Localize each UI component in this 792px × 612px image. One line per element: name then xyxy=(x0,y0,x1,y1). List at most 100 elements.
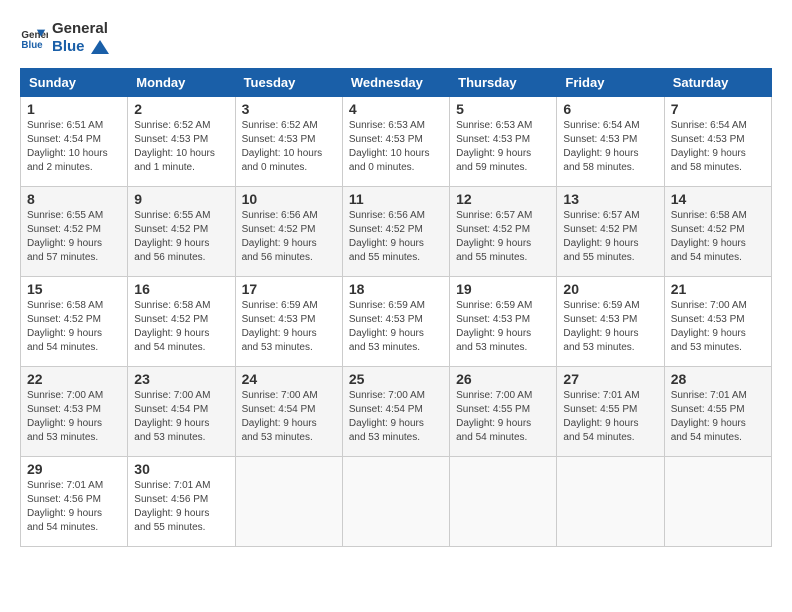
header-saturday: Saturday xyxy=(664,69,771,97)
day-number: 7 xyxy=(671,101,765,117)
logo-icon: General Blue xyxy=(20,24,48,52)
calendar-cell xyxy=(342,457,449,547)
calendar-cell: 1 Sunrise: 6:51 AM Sunset: 4:54 PM Dayli… xyxy=(21,97,128,187)
sunrise-label: Sunrise: 6:58 AM xyxy=(27,300,103,311)
svg-text:Blue: Blue xyxy=(21,40,43,51)
daylight-label: Daylight: 9 hours and 54 minutes. xyxy=(671,418,746,443)
sunset-label: Sunset: 4:53 PM xyxy=(563,314,637,325)
daylight-label: Daylight: 9 hours and 54 minutes. xyxy=(456,418,531,443)
calendar-cell: 10 Sunrise: 6:56 AM Sunset: 4:52 PM Dayl… xyxy=(235,187,342,277)
sunrise-label: Sunrise: 6:53 AM xyxy=(349,120,425,131)
day-number: 16 xyxy=(134,281,228,297)
calendar-cell: 3 Sunrise: 6:52 AM Sunset: 4:53 PM Dayli… xyxy=(235,97,342,187)
day-number: 23 xyxy=(134,371,228,387)
day-info: Sunrise: 6:56 AM Sunset: 4:52 PM Dayligh… xyxy=(242,209,336,265)
sunset-label: Sunset: 4:54 PM xyxy=(27,134,101,145)
calendar-cell: 25 Sunrise: 7:00 AM Sunset: 4:54 PM Dayl… xyxy=(342,367,449,457)
day-info: Sunrise: 6:57 AM Sunset: 4:52 PM Dayligh… xyxy=(456,209,550,265)
sunrise-label: Sunrise: 6:55 AM xyxy=(27,210,103,221)
week-row-1: 1 Sunrise: 6:51 AM Sunset: 4:54 PM Dayli… xyxy=(21,97,772,187)
day-number: 3 xyxy=(242,101,336,117)
daylight-label: Daylight: 9 hours and 54 minutes. xyxy=(563,418,638,443)
sunrise-label: Sunrise: 7:00 AM xyxy=(242,390,318,401)
daylight-label: Daylight: 9 hours and 59 minutes. xyxy=(456,148,531,173)
sunset-label: Sunset: 4:53 PM xyxy=(134,134,208,145)
day-number: 5 xyxy=(456,101,550,117)
sunset-label: Sunset: 4:53 PM xyxy=(242,134,316,145)
sunrise-label: Sunrise: 7:00 AM xyxy=(27,390,103,401)
day-info: Sunrise: 7:00 AM Sunset: 4:53 PM Dayligh… xyxy=(27,389,121,445)
sunset-label: Sunset: 4:55 PM xyxy=(456,404,530,415)
day-number: 19 xyxy=(456,281,550,297)
day-number: 27 xyxy=(563,371,657,387)
daylight-label: Daylight: 9 hours and 54 minutes. xyxy=(27,328,102,353)
daylight-label: Daylight: 9 hours and 57 minutes. xyxy=(27,238,102,263)
daylight-label: Daylight: 9 hours and 54 minutes. xyxy=(27,508,102,533)
day-info: Sunrise: 6:59 AM Sunset: 4:53 PM Dayligh… xyxy=(456,299,550,355)
sunset-label: Sunset: 4:52 PM xyxy=(349,224,423,235)
day-number: 22 xyxy=(27,371,121,387)
sunset-label: Sunset: 4:53 PM xyxy=(563,134,637,145)
calendar-cell: 26 Sunrise: 7:00 AM Sunset: 4:55 PM Dayl… xyxy=(450,367,557,457)
calendar-cell xyxy=(450,457,557,547)
sunrise-label: Sunrise: 6:55 AM xyxy=(134,210,210,221)
day-number: 17 xyxy=(242,281,336,297)
calendar-cell: 21 Sunrise: 7:00 AM Sunset: 4:53 PM Dayl… xyxy=(664,277,771,367)
week-row-2: 8 Sunrise: 6:55 AM Sunset: 4:52 PM Dayli… xyxy=(21,187,772,277)
sunset-label: Sunset: 4:53 PM xyxy=(671,134,745,145)
daylight-label: Daylight: 9 hours and 56 minutes. xyxy=(134,238,209,263)
day-info: Sunrise: 7:01 AM Sunset: 4:55 PM Dayligh… xyxy=(563,389,657,445)
calendar-cell: 30 Sunrise: 7:01 AM Sunset: 4:56 PM Dayl… xyxy=(128,457,235,547)
calendar-cell: 17 Sunrise: 6:59 AM Sunset: 4:53 PM Dayl… xyxy=(235,277,342,367)
calendar-cell: 11 Sunrise: 6:56 AM Sunset: 4:52 PM Dayl… xyxy=(342,187,449,277)
calendar-cell: 24 Sunrise: 7:00 AM Sunset: 4:54 PM Dayl… xyxy=(235,367,342,457)
day-number: 10 xyxy=(242,191,336,207)
sunrise-label: Sunrise: 6:59 AM xyxy=(349,300,425,311)
calendar-cell: 19 Sunrise: 6:59 AM Sunset: 4:53 PM Dayl… xyxy=(450,277,557,367)
calendar-cell: 20 Sunrise: 6:59 AM Sunset: 4:53 PM Dayl… xyxy=(557,277,664,367)
day-info: Sunrise: 7:00 AM Sunset: 4:53 PM Dayligh… xyxy=(671,299,765,355)
sunset-label: Sunset: 4:53 PM xyxy=(349,134,423,145)
sunrise-label: Sunrise: 6:52 AM xyxy=(134,120,210,131)
sunrise-label: Sunrise: 7:00 AM xyxy=(134,390,210,401)
calendar-cell: 9 Sunrise: 6:55 AM Sunset: 4:52 PM Dayli… xyxy=(128,187,235,277)
daylight-label: Daylight: 10 hours and 1 minute. xyxy=(134,148,215,173)
daylight-label: Daylight: 9 hours and 58 minutes. xyxy=(671,148,746,173)
day-number: 12 xyxy=(456,191,550,207)
sunset-label: Sunset: 4:54 PM xyxy=(349,404,423,415)
day-number: 1 xyxy=(27,101,121,117)
calendar-cell: 2 Sunrise: 6:52 AM Sunset: 4:53 PM Dayli… xyxy=(128,97,235,187)
day-info: Sunrise: 7:00 AM Sunset: 4:54 PM Dayligh… xyxy=(349,389,443,445)
calendar-cell xyxy=(235,457,342,547)
calendar-cell: 27 Sunrise: 7:01 AM Sunset: 4:55 PM Dayl… xyxy=(557,367,664,457)
day-number: 21 xyxy=(671,281,765,297)
calendar-cell: 4 Sunrise: 6:53 AM Sunset: 4:53 PM Dayli… xyxy=(342,97,449,187)
day-info: Sunrise: 6:51 AM Sunset: 4:54 PM Dayligh… xyxy=(27,119,121,175)
sunset-label: Sunset: 4:53 PM xyxy=(27,404,101,415)
day-number: 28 xyxy=(671,371,765,387)
logo: General Blue General Blue xyxy=(20,20,109,56)
header-sunday: Sunday xyxy=(21,69,128,97)
sunrise-label: Sunrise: 6:59 AM xyxy=(242,300,318,311)
calendar-cell: 13 Sunrise: 6:57 AM Sunset: 4:52 PM Dayl… xyxy=(557,187,664,277)
week-row-4: 22 Sunrise: 7:00 AM Sunset: 4:53 PM Dayl… xyxy=(21,367,772,457)
calendar-cell: 7 Sunrise: 6:54 AM Sunset: 4:53 PM Dayli… xyxy=(664,97,771,187)
sunset-label: Sunset: 4:52 PM xyxy=(456,224,530,235)
sunset-label: Sunset: 4:55 PM xyxy=(563,404,637,415)
calendar-cell: 5 Sunrise: 6:53 AM Sunset: 4:53 PM Dayli… xyxy=(450,97,557,187)
sunrise-label: Sunrise: 7:00 AM xyxy=(456,390,532,401)
sunrise-label: Sunrise: 7:01 AM xyxy=(671,390,747,401)
sunset-label: Sunset: 4:53 PM xyxy=(671,314,745,325)
header-thursday: Thursday xyxy=(450,69,557,97)
day-info: Sunrise: 6:53 AM Sunset: 4:53 PM Dayligh… xyxy=(456,119,550,175)
calendar-cell: 22 Sunrise: 7:00 AM Sunset: 4:53 PM Dayl… xyxy=(21,367,128,457)
sunrise-label: Sunrise: 7:00 AM xyxy=(349,390,425,401)
daylight-label: Daylight: 9 hours and 53 minutes. xyxy=(563,328,638,353)
calendar-cell: 28 Sunrise: 7:01 AM Sunset: 4:55 PM Dayl… xyxy=(664,367,771,457)
day-info: Sunrise: 6:55 AM Sunset: 4:52 PM Dayligh… xyxy=(27,209,121,265)
daylight-label: Daylight: 9 hours and 56 minutes. xyxy=(242,238,317,263)
sunset-label: Sunset: 4:55 PM xyxy=(671,404,745,415)
week-row-5: 29 Sunrise: 7:01 AM Sunset: 4:56 PM Dayl… xyxy=(21,457,772,547)
day-info: Sunrise: 6:52 AM Sunset: 4:53 PM Dayligh… xyxy=(242,119,336,175)
header-row: SundayMondayTuesdayWednesdayThursdayFrid… xyxy=(21,69,772,97)
